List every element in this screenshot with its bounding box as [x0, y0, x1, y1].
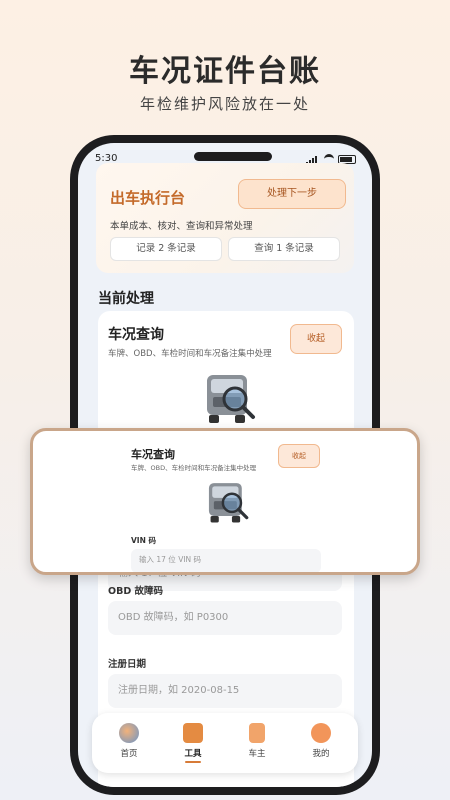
tab-mine[interactable]: 我的: [296, 723, 346, 759]
notch: [194, 152, 272, 161]
dispatch-description: 本单成本、核对、查询和异常处理: [110, 221, 253, 232]
zoom-callout: 车况查询 车牌、OBD、车检时间和车况备注集中处理 收起 VIN 码 输入 17…: [30, 428, 420, 575]
zoom-truck-search-icon: [208, 483, 249, 523]
reg-date-label: 注册日期: [108, 659, 147, 670]
tab-mine-label: 我的: [312, 749, 330, 759]
obd-field[interactable]: OBD 故障码，如 P0300: [108, 601, 342, 635]
process-next-button[interactable]: 处理下一步: [238, 179, 346, 209]
zoom-vin-field[interactable]: 输入 17 位 VIN 码: [131, 549, 321, 572]
bottom-tab-bar: 首页 工具 车主 我的: [92, 713, 358, 773]
dispatch-title: 出车执行台: [110, 189, 186, 207]
zoom-collapse-button[interactable]: 收起: [278, 444, 320, 468]
tab-home-label: 首页: [120, 749, 138, 759]
hero-subtitle: 年检维护风险放在一处: [139, 95, 310, 113]
tab-tools-label: 工具: [184, 749, 202, 759]
truck-search-icon: [207, 375, 255, 423]
dispatch-card: 出车执行台 处理下一步 本单成本、核对、查询和异常处理 记录 2 条记录 查询 …: [96, 163, 354, 273]
query-records-button[interactable]: 查询 1 条记录: [228, 237, 340, 261]
fuel-pump-icon: [249, 723, 265, 743]
zoom-vin-label: VIN 码: [131, 536, 156, 545]
zoom-card-description: 车牌、OBD、车检时间和车况备注集中处理: [131, 464, 257, 472]
reg-date-field[interactable]: 注册日期，如 2020-08-15: [108, 674, 342, 708]
toolbox-icon: [183, 723, 203, 743]
tab-owner[interactable]: 车主: [232, 723, 282, 759]
home-icon: [119, 723, 139, 743]
section-title: 当前处理: [98, 291, 154, 307]
records-button[interactable]: 记录 2 条记录: [110, 237, 222, 261]
obd-label: OBD 故障码: [108, 586, 164, 597]
tab-tools[interactable]: 工具: [168, 723, 218, 763]
card-title: 车况查询: [108, 327, 164, 343]
tab-home[interactable]: 首页: [104, 723, 154, 759]
collapse-button[interactable]: 收起: [290, 324, 342, 354]
zoom-card-title: 车况查询: [131, 448, 175, 461]
tab-owner-label: 车主: [248, 749, 266, 759]
user-icon: [311, 723, 331, 743]
hero-title: 车况证件台账: [129, 54, 321, 89]
card-description: 车牌、OBD、车检时间和车况备注集中处理: [108, 349, 272, 359]
active-tab-indicator: [185, 761, 201, 763]
